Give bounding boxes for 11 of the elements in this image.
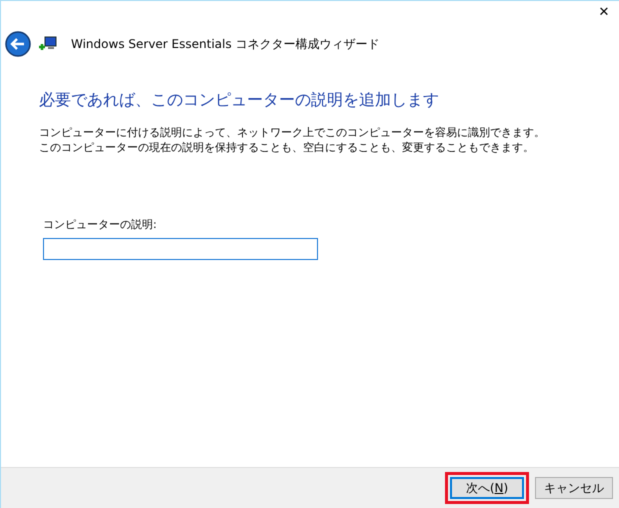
field-label: コンピューターの説明: xyxy=(43,217,158,234)
page-heading: 必要であれば、このコンピューターの説明を追加します xyxy=(39,90,440,110)
back-icon[interactable] xyxy=(5,31,31,57)
description-text: コンピューターに付ける説明によって、ネットワーク上でこのコンピューターを容易に識別できます。 xyxy=(39,125,546,140)
close-button[interactable]: ✕ xyxy=(589,1,619,25)
computer-icon xyxy=(39,36,57,52)
description-text: このコンピューターの現在の説明を保持することも、空白にすることも、変更することもできます。 xyxy=(39,140,535,156)
cancel-button[interactable]: キャンセル xyxy=(535,477,613,499)
window-title: Windows Server Essentials コネクター構成ウィザード xyxy=(71,36,380,53)
description-field[interactable] xyxy=(43,238,318,260)
next-button[interactable]: 次へ(N) xyxy=(450,477,524,499)
